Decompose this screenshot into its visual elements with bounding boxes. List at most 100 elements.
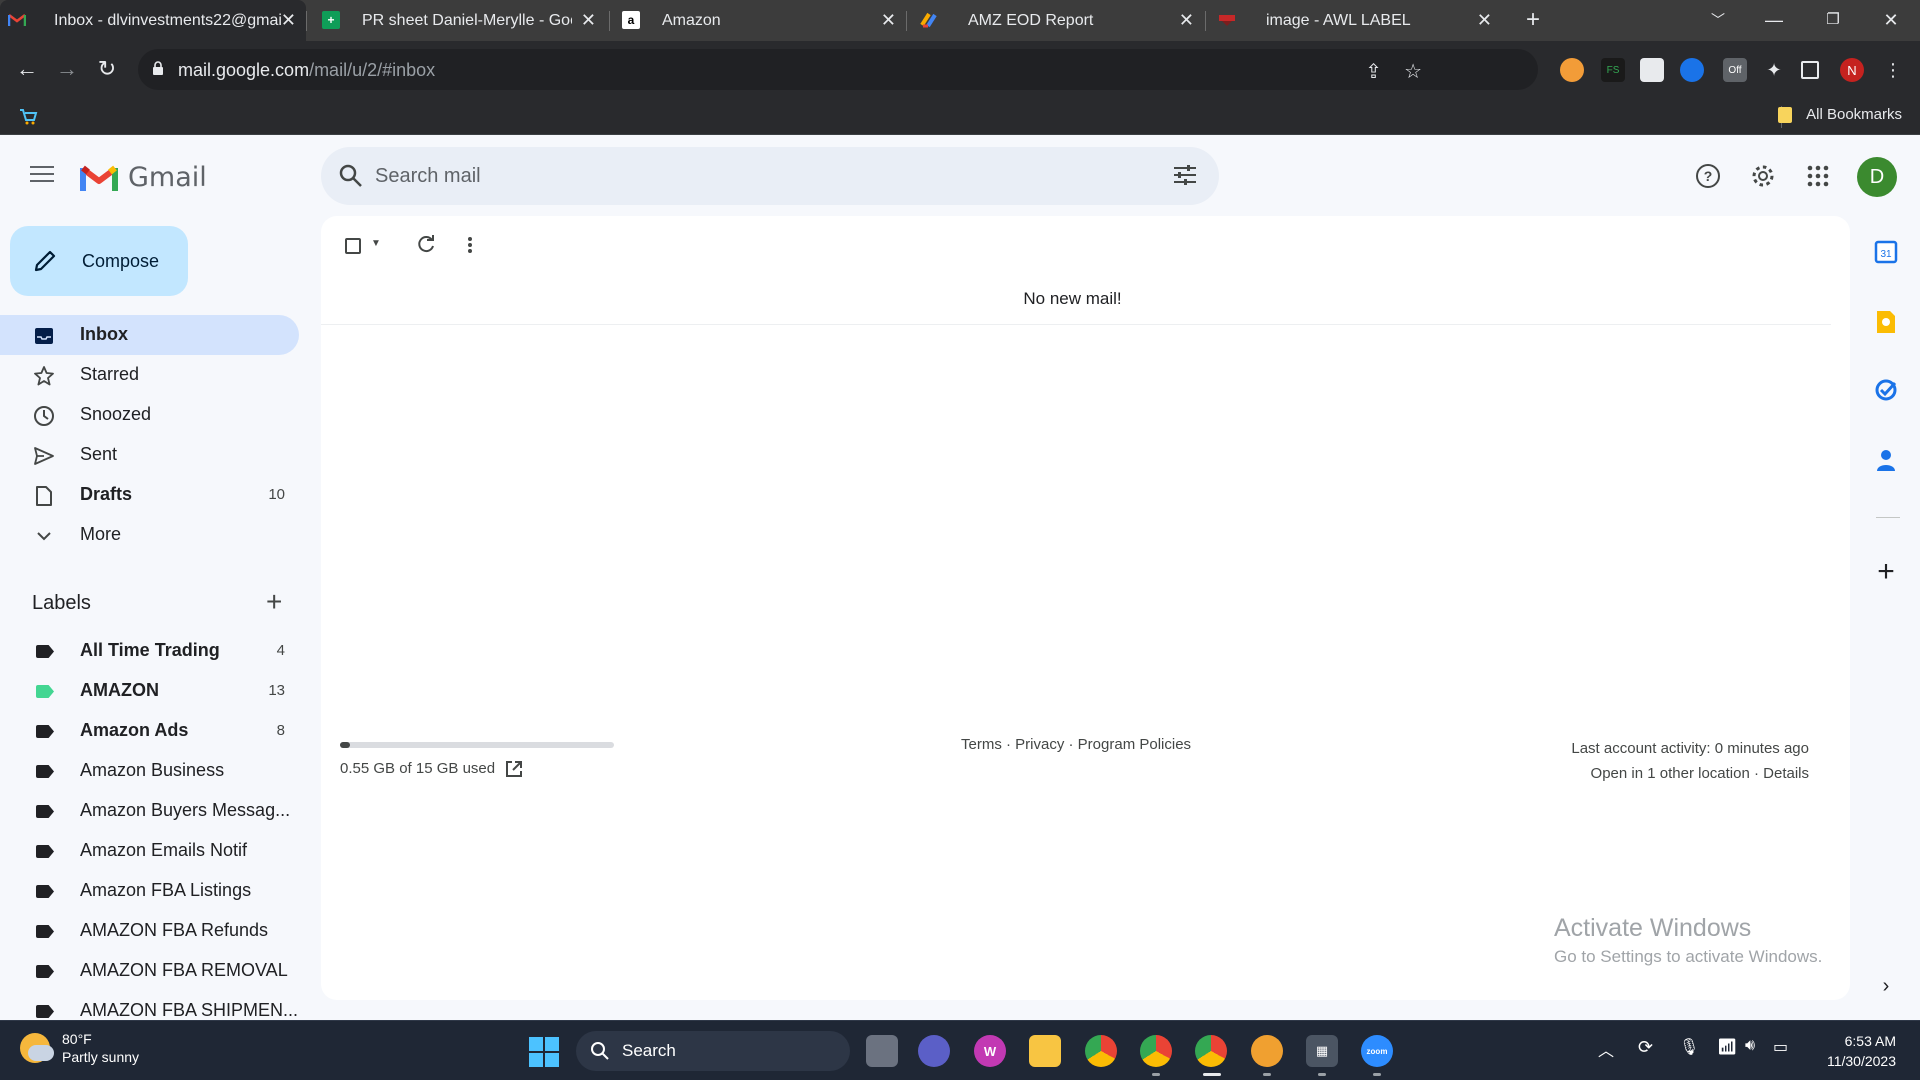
more-options-icon[interactable]	[466, 234, 474, 256]
open-in-new-icon[interactable]	[504, 759, 524, 779]
show-hidden-icons-chevron[interactable]: ︿	[1598, 1037, 1614, 1061]
label-item[interactable]: AMAZON FBA SHIPMEN...	[0, 991, 299, 1019]
tasks-icon[interactable]	[1872, 376, 1900, 404]
label-item[interactable]: Amazon FBA Listings	[0, 871, 299, 911]
gmail-logo[interactable]: Gmail	[80, 162, 207, 193]
start-button[interactable]	[529, 1037, 559, 1067]
tab-amz-eod[interactable]: AMZ EOD Report ✕	[912, 0, 1204, 41]
chrome-profile-icon[interactable]	[1140, 1035, 1172, 1067]
nav-item-starred[interactable]: Starred	[0, 355, 299, 395]
activity-details[interactable]: Open in 1 other location · Details	[1571, 761, 1809, 786]
select-dropdown-icon[interactable]: ▼	[371, 238, 381, 249]
help-icon[interactable]: ?	[1686, 154, 1730, 198]
address-bar[interactable]: mail.google.com/mail/u/2/#inbox ⇪ ☆	[138, 49, 1538, 90]
label-item[interactable]: AMAZON FBA REMOVAL	[0, 951, 299, 991]
sync-icon[interactable]: ⟳	[1638, 1037, 1653, 1058]
keep-icon[interactable]	[1872, 308, 1900, 336]
calendar-icon[interactable]: 31	[1872, 238, 1900, 266]
extension-fs-icon[interactable]: FS	[1601, 58, 1625, 82]
bookmark-cart-icon[interactable]	[18, 107, 38, 125]
url-text: mail.google.com/mail/u/2/#inbox	[178, 60, 435, 81]
label-name: AMAZON	[80, 680, 159, 700]
extension-off-icon[interactable]: Off	[1723, 58, 1747, 82]
nav-item-inbox[interactable]: Inbox	[0, 315, 299, 355]
close-icon[interactable]: ✕	[1477, 10, 1492, 30]
search-input[interactable]	[375, 155, 1135, 197]
tab-image-awl[interactable]: image - AWL LABEL ✕	[1210, 0, 1502, 41]
battery-icon[interactable]: ▭	[1773, 1037, 1788, 1057]
tab-gmail-inbox[interactable]: Inbox - dlvinvestments22@gmail.com ✕	[0, 0, 306, 41]
add-addon-icon[interactable]: +	[1872, 555, 1900, 588]
profile-avatar[interactable]: N	[1840, 58, 1864, 82]
teams-chat-icon[interactable]	[918, 1035, 950, 1067]
close-window-button[interactable]: ✕	[1876, 8, 1906, 32]
close-icon[interactable]: ✕	[1179, 10, 1194, 30]
select-all-checkbox[interactable]	[345, 238, 361, 254]
inbox-panel: ▼ No new mail! 0.55 GB of 15 GB used Ter…	[321, 216, 1850, 1000]
search-bar[interactable]	[321, 147, 1219, 205]
label-item[interactable]: Amazon Emails Notif	[0, 831, 299, 871]
search-icon[interactable]	[338, 163, 364, 189]
app-character-icon[interactable]	[1251, 1035, 1283, 1067]
reload-button[interactable]: ↻	[91, 53, 123, 85]
bookmark-star-icon[interactable]: ☆	[1404, 59, 1422, 84]
microphone-icon[interactable]: 🎙︎	[1679, 1037, 1699, 1057]
wps-office-icon[interactable]: W	[974, 1035, 1006, 1067]
label-item[interactable]: All Time Trading 4	[0, 631, 299, 671]
label-item[interactable]: AMAZON 13	[0, 671, 299, 711]
system-clock[interactable]: 6:53 AM 11/30/2023	[1827, 1031, 1896, 1071]
nav-item-snoozed[interactable]: Snoozed	[0, 395, 299, 435]
apps-grid-icon[interactable]	[1796, 154, 1840, 198]
chrome-icon[interactable]	[1085, 1035, 1117, 1067]
label-tag-icon	[36, 765, 54, 778]
footer-links[interactable]: Terms · Privacy · Program Policies	[961, 736, 1191, 753]
task-view-icon[interactable]	[866, 1035, 898, 1067]
add-label-button[interactable]: +	[266, 588, 282, 616]
nav-item-more[interactable]: More	[0, 515, 299, 555]
all-bookmarks-button[interactable]: All Bookmarks	[1778, 106, 1902, 123]
close-icon[interactable]: ✕	[881, 10, 896, 30]
label-item[interactable]: Amazon Buyers Messag...	[0, 791, 299, 831]
close-icon[interactable]: ✕	[581, 10, 596, 30]
tab-pr-sheet[interactable]: + PR sheet Daniel-Merylle - Google Sheet…	[314, 0, 606, 41]
tab-amazon[interactable]: a Amazon ✕	[614, 0, 906, 41]
main-menu-icon[interactable]	[30, 166, 54, 184]
label-item[interactable]: AMAZON FBA Refunds	[0, 911, 299, 951]
search-options-icon[interactable]	[1173, 164, 1197, 186]
puzzle-icon[interactable]: ✦	[1762, 58, 1786, 82]
new-tab-button[interactable]: +	[1518, 8, 1548, 32]
chrome-active-icon[interactable]	[1195, 1035, 1227, 1067]
file-explorer-icon[interactable]	[1029, 1035, 1061, 1067]
close-icon[interactable]: ✕	[281, 10, 296, 30]
label-item[interactable]: Amazon Ads 8	[0, 711, 299, 751]
compose-button[interactable]: Compose	[10, 226, 188, 296]
nav-item-drafts[interactable]: Drafts 10	[0, 475, 299, 515]
storage-bar[interactable]	[340, 742, 614, 748]
zoom-icon[interactable]: zoom	[1361, 1035, 1393, 1067]
share-icon[interactable]: ⇪	[1365, 59, 1382, 84]
extension-blue-icon[interactable]	[1680, 58, 1704, 82]
taskbar-search[interactable]: Search	[576, 1031, 850, 1071]
settings-gear-icon[interactable]	[1741, 154, 1785, 198]
back-button[interactable]: ←	[11, 53, 43, 85]
account-avatar[interactable]: D	[1857, 157, 1897, 197]
tab-search-chevron-icon[interactable]: ﹀	[1703, 8, 1733, 32]
label-item[interactable]: Amazon Business	[0, 751, 299, 791]
restore-button[interactable]: ❐	[1818, 8, 1848, 32]
refresh-icon[interactable]	[415, 234, 437, 256]
chevron-right-icon[interactable]: ›	[1872, 972, 1900, 1000]
kebab-menu-icon[interactable]: ⋮	[1881, 58, 1905, 82]
calculator-icon[interactable]: ▦	[1306, 1035, 1338, 1067]
wifi-icon[interactable]: 📶︎	[1717, 1037, 1737, 1057]
extension-orange-icon[interactable]	[1560, 58, 1584, 82]
extension-image-icon[interactable]	[1640, 58, 1664, 82]
storage-usage[interactable]: 0.55 GB of 15 GB used	[340, 760, 495, 777]
volume-icon[interactable]: 🔊︎	[1745, 1037, 1755, 1055]
minimize-button[interactable]: —	[1759, 8, 1789, 32]
label-tag-icon	[36, 925, 54, 938]
contacts-icon[interactable]	[1872, 446, 1900, 474]
side-panel-icon[interactable]	[1801, 61, 1819, 79]
forward-button[interactable]: →	[51, 53, 83, 85]
nav-item-sent[interactable]: Sent	[0, 435, 299, 475]
weather-widget[interactable]: 80°F Partly sunny	[20, 1030, 139, 1066]
